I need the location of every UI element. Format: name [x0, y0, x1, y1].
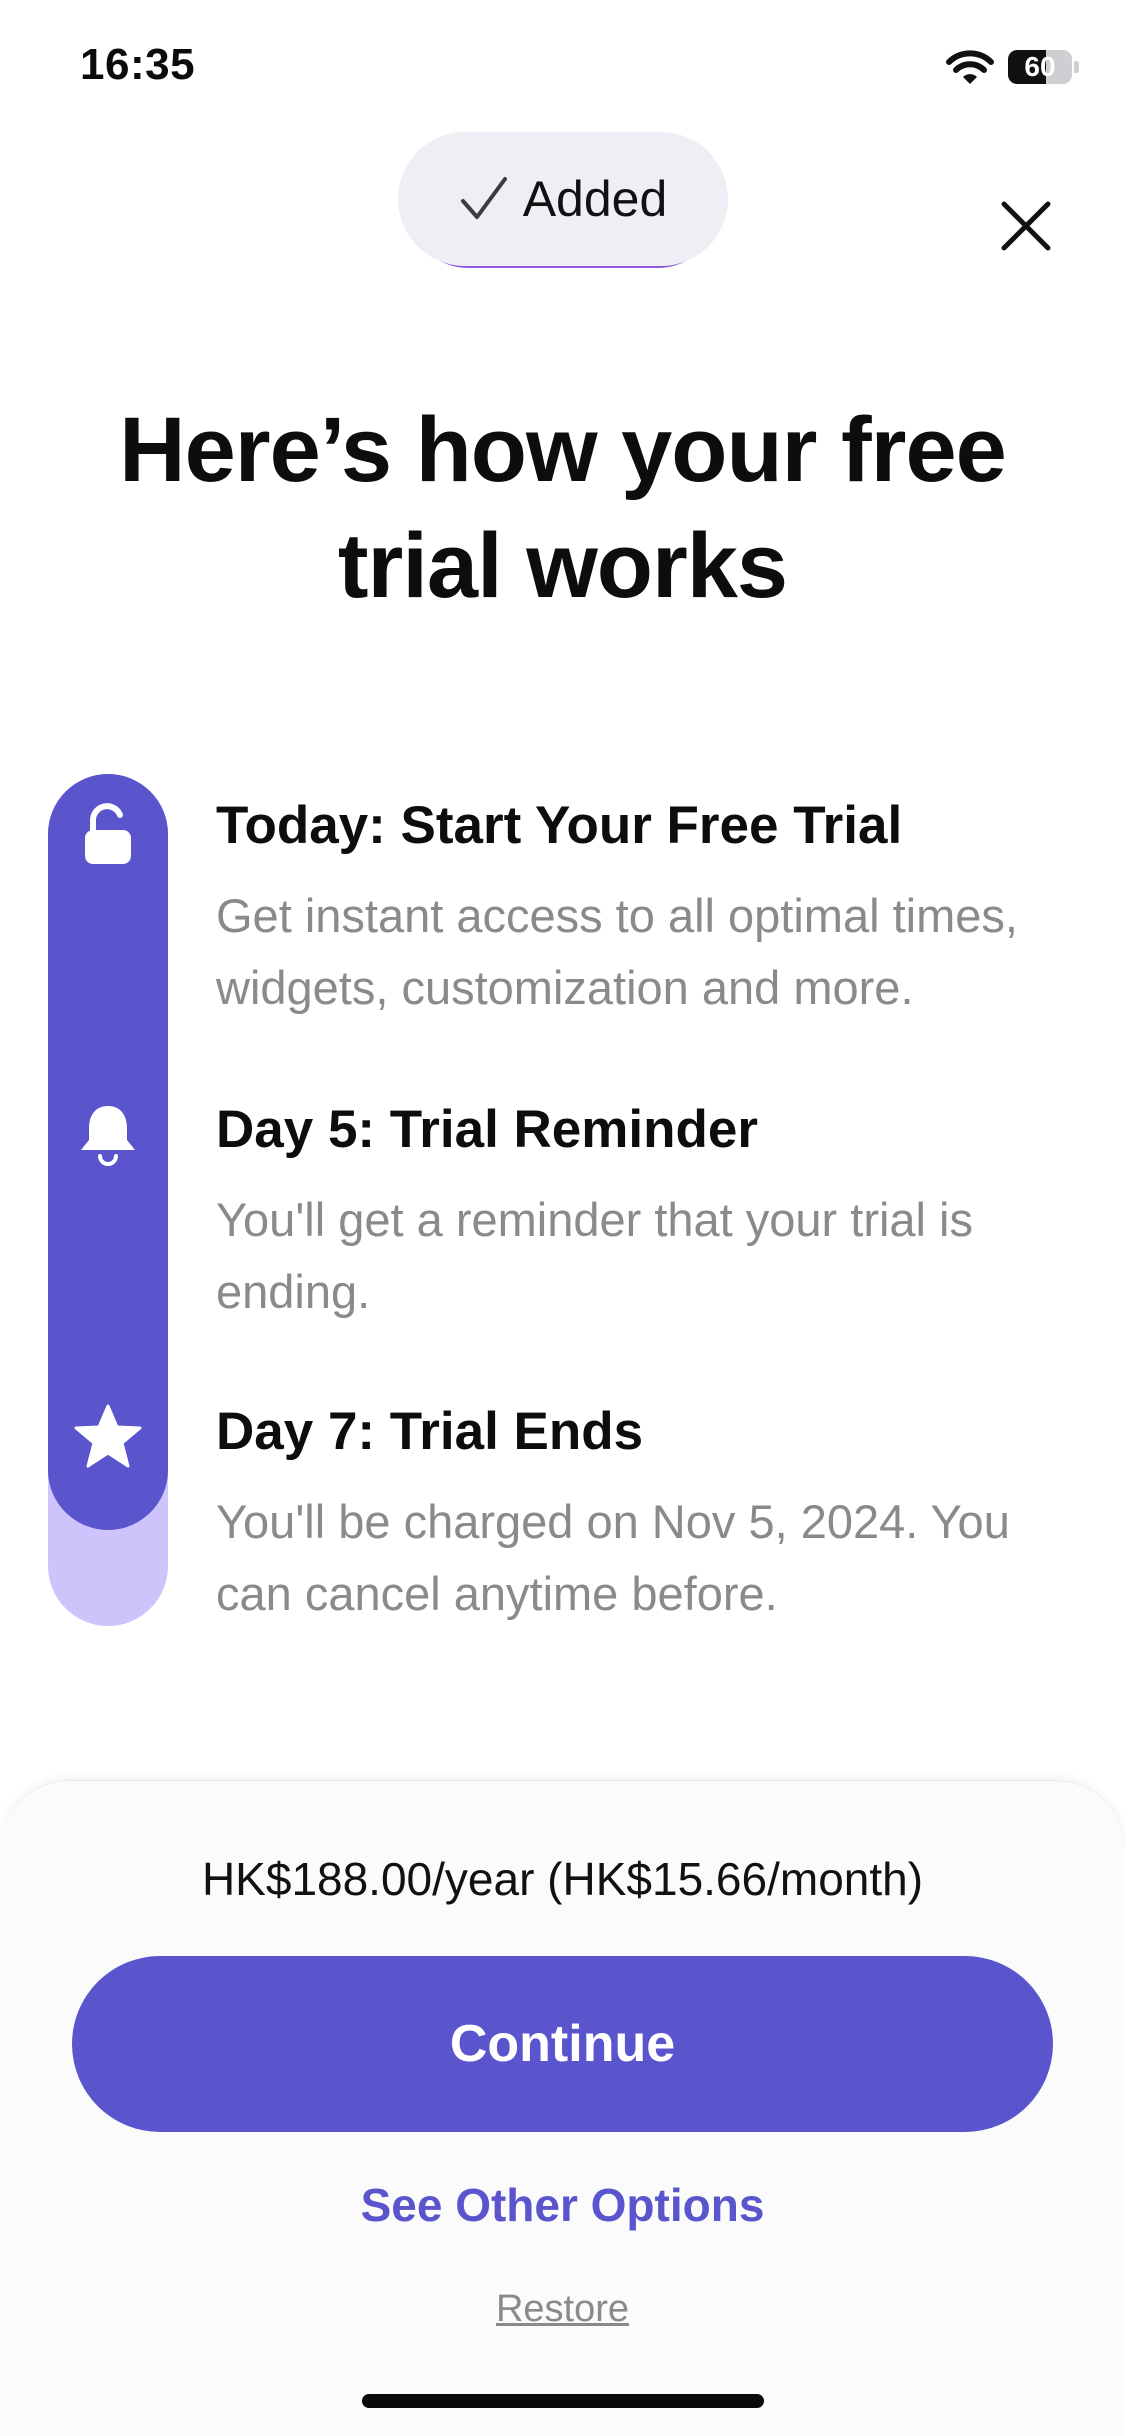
step-day-7: Day 7: Trial Ends You'll be charged on N… [216, 1400, 1085, 1630]
bell-icon [81, 1106, 135, 1166]
step-day-5: Day 5: Trial Reminder You'll get a remin… [216, 1098, 1085, 1328]
added-label: Added [522, 171, 668, 227]
status-time: 16:35 [80, 40, 196, 89]
step-title: Today: Start Your Free Trial [216, 796, 903, 855]
home-indicator [362, 2394, 764, 2408]
step-title: Day 5: Trial Reminder [216, 1100, 758, 1159]
step-today: Today: Start Your Free Trial Get instant… [216, 794, 1085, 1024]
checkmark-icon [460, 177, 507, 219]
step-title: Day 7: Trial Ends [216, 1402, 644, 1461]
continue-button[interactable]: Continue [72, 1956, 1053, 2132]
price-label: HK$188.00/year (HK$15.66/month) [201, 1853, 924, 1905]
added-pill: Added [398, 132, 728, 266]
battery-level: 60 [1024, 51, 1056, 82]
added-badge: Added [398, 132, 728, 278]
see-other-options-link[interactable]: See Other Options [0, 2178, 1125, 2232]
step-description: You'll get a reminder that your trial is… [216, 1193, 974, 1318]
battery-icon: 60 [1008, 50, 1072, 84]
wifi-icon [946, 50, 994, 84]
restore-link[interactable]: Restore [0, 2288, 1125, 2331]
page-title: Here’s how your free trial works [119, 399, 1007, 617]
step-description: Get instant access to all optimal times,… [216, 889, 1018, 1014]
battery-cap [1074, 61, 1079, 73]
step-description: You'll be charged on Nov 5, 2024. You ca… [216, 1495, 1010, 1620]
star-icon [74, 1404, 142, 1468]
unlock-icon [85, 803, 131, 864]
close-icon[interactable] [996, 196, 1056, 256]
paywall-screen: 16:35 60 Added Here’s how your free tria… [0, 0, 1125, 2436]
